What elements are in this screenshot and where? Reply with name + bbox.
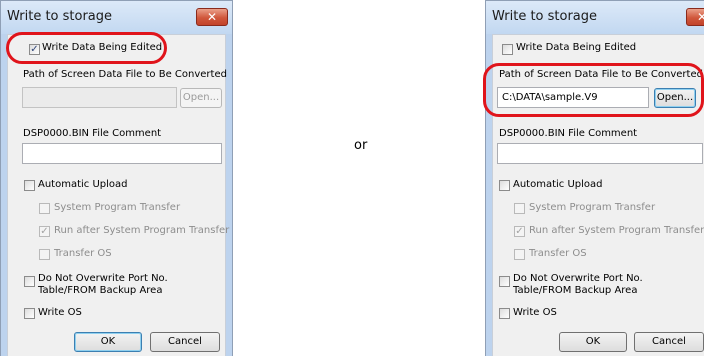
close-icon: ✕ — [206, 10, 218, 24]
check-icon: ✓ — [515, 226, 524, 237]
auto-upload-label: Automatic Upload — [38, 179, 128, 190]
no-overwrite-checkbox[interactable] — [24, 276, 35, 287]
dialog-title: Write to storage — [492, 9, 598, 24]
ok-button[interactable]: OK — [74, 332, 142, 352]
check-icon: ✓ — [40, 226, 49, 237]
write-os-label: Write OS — [38, 307, 82, 318]
cancel-button[interactable]: Cancel — [150, 332, 220, 352]
run-after-label: Run after System Program Transfer — [529, 225, 704, 236]
transfer-os-checkbox[interactable] — [39, 249, 50, 260]
check-icon: ✓ — [30, 44, 39, 55]
transfer-os-label: Transfer OS — [54, 248, 112, 259]
dialog-body: Write Data Being Edited Path of Screen D… — [492, 34, 704, 356]
write-os-label: Write OS — [513, 307, 557, 318]
close-button[interactable]: ✕ — [686, 8, 704, 26]
run-after-checkbox[interactable]: ✓ — [514, 226, 525, 237]
write-to-storage-dialog-left: Write to storage ✕ ✓ Write Data Being Ed… — [0, 0, 233, 356]
comment-label: DSP0000.BIN File Comment — [23, 128, 162, 139]
open-button[interactable]: Open... — [654, 88, 696, 108]
no-overwrite-label-line2: Table/FROM Backup Area — [38, 285, 163, 296]
system-program-transfer-label: System Program Transfer — [54, 202, 181, 213]
run-after-checkbox[interactable]: ✓ — [39, 226, 50, 237]
system-program-transfer-label: System Program Transfer — [529, 202, 656, 213]
transfer-os-checkbox[interactable] — [514, 249, 525, 260]
title-bar: Write to storage ✕ — [486, 1, 704, 34]
comment-label: DSP0000.BIN File Comment — [499, 128, 638, 139]
no-overwrite-label-line2: Table/FROM Backup Area — [513, 285, 638, 296]
system-program-transfer-checkbox[interactable] — [39, 203, 50, 214]
transfer-os-label: Transfer OS — [529, 248, 587, 259]
comment-input[interactable] — [22, 143, 222, 164]
no-overwrite-checkbox[interactable] — [499, 276, 510, 287]
cancel-button[interactable]: Cancel — [634, 332, 704, 352]
write-data-edited-checkbox[interactable]: ✓ — [29, 44, 40, 55]
dialog-body: ✓ Write Data Being Edited Path of Screen… — [7, 34, 230, 356]
no-overwrite-label-line1: Do Not Overwrite Port No. — [513, 273, 643, 284]
path-label: Path of Screen Data File to Be Converted — [499, 69, 703, 80]
write-to-storage-dialog-right: Write to storage ✕ Write Data Being Edit… — [485, 0, 704, 356]
no-overwrite-label-line1: Do Not Overwrite Port No. — [38, 273, 168, 284]
auto-upload-checkbox[interactable] — [499, 180, 510, 191]
run-after-label: Run after System Program Transfer — [54, 225, 230, 236]
comment-input[interactable] — [497, 143, 703, 164]
close-button[interactable]: ✕ — [196, 8, 228, 26]
write-os-checkbox[interactable] — [24, 308, 35, 319]
path-label: Path of Screen Data File to Be Converted — [23, 69, 227, 80]
or-separator: or — [354, 138, 368, 153]
write-os-checkbox[interactable] — [499, 308, 510, 319]
close-icon: ✕ — [697, 10, 704, 24]
title-bar: Write to storage ✕ — [1, 1, 232, 34]
write-data-edited-label: Write Data Being Edited — [42, 42, 163, 53]
write-data-edited-label: Write Data Being Edited — [516, 42, 637, 53]
open-button[interactable]: Open... — [180, 88, 222, 108]
write-data-edited-checkbox[interactable] — [502, 44, 513, 55]
system-program-transfer-checkbox[interactable] — [514, 203, 525, 214]
path-input[interactable]: C:\DATA\sample.V9 — [497, 87, 649, 108]
dialog-title: Write to storage — [7, 9, 113, 24]
auto-upload-label: Automatic Upload — [513, 179, 603, 190]
path-input[interactable] — [22, 87, 177, 108]
ok-button[interactable]: OK — [559, 332, 627, 352]
auto-upload-checkbox[interactable] — [24, 180, 35, 191]
